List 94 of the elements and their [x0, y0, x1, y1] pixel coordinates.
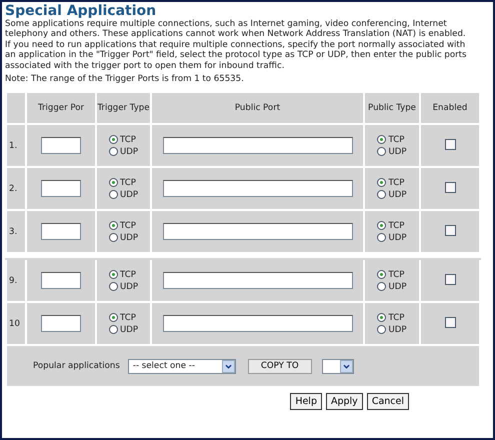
radio-button[interactable]	[108, 190, 118, 200]
radio-label: UDP	[120, 232, 138, 243]
public-port-field[interactable]	[162, 315, 352, 332]
radio-option[interactable]: TCP	[108, 312, 136, 323]
trigger-port-field[interactable]	[41, 272, 81, 290]
radio-label: TCP	[388, 178, 404, 188]
radio-label: TCP	[120, 270, 136, 280]
trigger-port-field[interactable]	[41, 223, 81, 240]
radio-option[interactable]: UDP	[108, 232, 138, 243]
action-button[interactable]: Apply	[326, 393, 363, 410]
column-header: Trigger Por	[38, 102, 84, 113]
enabled-checkbox[interactable]	[444, 138, 456, 150]
radio-button[interactable]	[108, 313, 118, 322]
radio-option[interactable]: UDP	[377, 190, 407, 200]
radio-label: TCP	[120, 220, 136, 231]
radio-label: UDP	[388, 146, 407, 157]
page-title: Special Application	[5, 3, 158, 19]
radio-label: TCP	[120, 312, 136, 323]
radio-button[interactable]	[377, 313, 386, 322]
radio-label: TCP	[388, 270, 404, 280]
public-port-field[interactable]	[162, 137, 352, 154]
enabled-checkbox[interactable]	[444, 224, 456, 236]
radio-option[interactable]: TCP	[377, 312, 404, 323]
radio-button[interactable]	[377, 282, 386, 292]
radio-option[interactable]: UDP	[377, 146, 407, 157]
row-number: 2.	[9, 184, 18, 194]
radio-button[interactable]	[108, 270, 118, 280]
copy-to-button[interactable]: COPY TO	[248, 358, 312, 374]
radio-button[interactable]	[377, 178, 386, 188]
public-port-field[interactable]	[162, 272, 352, 290]
radio-option[interactable]: TCP	[108, 178, 136, 188]
radio-label: TCP	[388, 312, 404, 323]
trigger-port-field[interactable]	[41, 180, 81, 198]
radio-option[interactable]: UDP	[108, 190, 138, 200]
radio-button[interactable]	[377, 221, 386, 230]
description-text: Some applications require multiple connections, such as Internet gaming, video conferencing, Internet telephony and others. These applications cannot work when Network Address Translation (NAT) is enabled. If you need to run applications that require multiple connections, specify the port normally associated with an application in the "Trigger Port" field, select the protocol type as TCP or UDP, then enter the public ports associated with the trigger port to open them for inbound traffic.	[5, 19, 468, 72]
radio-option[interactable]: TCP	[108, 270, 136, 280]
radio-label: TCP	[120, 178, 136, 188]
radio-option[interactable]: UDP	[377, 232, 407, 243]
action-button[interactable]: Help	[290, 393, 322, 410]
radio-label: UDP	[120, 282, 138, 292]
radio-label: UDP	[388, 282, 407, 292]
radio-label: UDP	[120, 146, 138, 157]
radio-label: UDP	[120, 190, 138, 200]
radio-button[interactable]	[108, 325, 118, 334]
radio-button[interactable]	[108, 135, 118, 144]
radio-option[interactable]: UDP	[108, 282, 138, 292]
row-number: 3.	[9, 226, 18, 237]
action-button[interactable]: Cancel	[366, 393, 409, 410]
radio-button[interactable]	[377, 190, 386, 200]
radio-button[interactable]	[108, 233, 118, 242]
column-header: Public Port	[234, 102, 280, 113]
radio-option[interactable]: TCP	[377, 134, 404, 145]
public-port-field[interactable]	[162, 223, 352, 240]
radio-option[interactable]: TCP	[377, 220, 404, 231]
radio-button[interactable]	[108, 282, 118, 292]
row-number: 10	[9, 318, 20, 329]
column-header: Public Type	[368, 102, 416, 113]
radio-option[interactable]: TCP	[108, 134, 136, 145]
radio-option[interactable]: UDP	[377, 282, 407, 292]
row-number: 9.	[9, 276, 18, 286]
popular-applications-label: Popular applications	[33, 361, 120, 372]
column-header: Enabled	[432, 102, 468, 113]
column-header: Trigger Type	[97, 102, 150, 113]
radio-button[interactable]	[377, 325, 386, 334]
public-port-field[interactable]	[162, 180, 352, 198]
radio-button[interactable]	[108, 178, 118, 188]
radio-option[interactable]: TCP	[377, 270, 404, 280]
enabled-checkbox[interactable]	[444, 274, 456, 285]
radio-label: UDP	[120, 324, 138, 335]
radio-option[interactable]: UDP	[108, 324, 138, 335]
radio-option[interactable]: UDP	[108, 146, 138, 157]
trigger-port-field[interactable]	[41, 315, 81, 332]
radio-option[interactable]: TCP	[108, 220, 136, 231]
radio-option[interactable]: TCP	[377, 178, 404, 188]
radio-label: TCP	[120, 134, 136, 145]
radio-label: UDP	[388, 232, 407, 243]
application-dropdown[interactable]: -- select one --	[128, 358, 236, 374]
radio-button[interactable]	[108, 221, 118, 230]
enabled-checkbox[interactable]	[444, 182, 456, 193]
radio-button[interactable]	[108, 147, 118, 156]
radio-label: TCP	[388, 220, 404, 231]
radio-button[interactable]	[377, 135, 386, 144]
note-text: Note: The range of the Trigger Ports is from 1 to 65535.	[5, 74, 245, 86]
radio-label: UDP	[388, 324, 407, 335]
radio-button[interactable]	[377, 270, 386, 280]
radio-button[interactable]	[377, 233, 386, 242]
row-number: 1.	[9, 140, 18, 151]
radio-label: TCP	[388, 134, 404, 145]
radio-button[interactable]	[377, 147, 386, 156]
trigger-port-field[interactable]	[41, 137, 81, 154]
radio-label: UDP	[388, 190, 407, 200]
enabled-checkbox[interactable]	[444, 316, 456, 328]
radio-option[interactable]: UDP	[377, 324, 407, 335]
